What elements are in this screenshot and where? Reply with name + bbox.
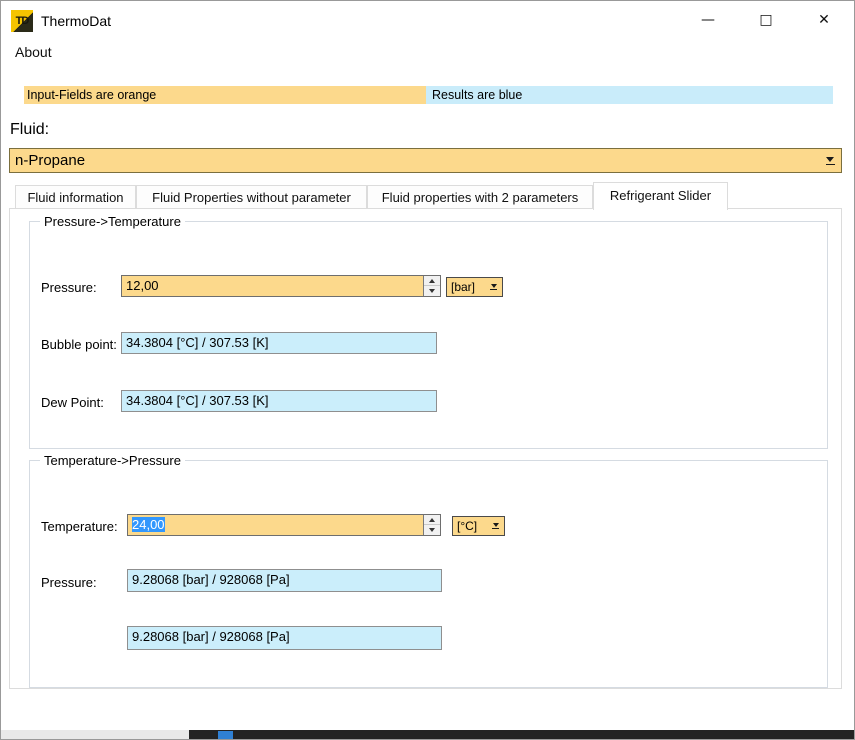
pressure-result: 9.28068 [bar] / 928068 [Pa]: [127, 569, 442, 592]
title-bar: TD ThermoDat — □ ✕: [1, 1, 854, 41]
menu-about[interactable]: About: [11, 41, 56, 65]
tab-fluid-information[interactable]: Fluid information: [15, 185, 136, 209]
maximize-button[interactable]: □: [743, 1, 789, 39]
group-pressure-to-temperature: Pressure->Temperature Pressure: 12,00 [b…: [29, 221, 828, 449]
thermodat-window: TD ThermoDat — □ ✕ About Input-Fields ar…: [0, 0, 855, 740]
minimize-button[interactable]: —: [685, 1, 731, 39]
unit-dropdown-arrow-icon[interactable]: [488, 518, 503, 534]
unit-dropdown-arrow-icon[interactable]: [486, 279, 501, 295]
menu-bar: About: [1, 41, 854, 65]
fluid-selected-value: n-Propane: [15, 152, 85, 169]
group-temperature-to-pressure: Temperature->Pressure Temperature: 24,00…: [29, 460, 828, 688]
pressure-unit-dropdown[interactable]: [bar]: [446, 277, 503, 297]
temperature-spinner[interactable]: [423, 515, 440, 535]
bubble-point-label: Bubble point:: [41, 337, 117, 352]
spinner-up-icon[interactable]: [424, 276, 440, 286]
legend-input-fields: Input-Fields are orange: [24, 86, 426, 104]
fluid-label: Fluid:: [10, 121, 49, 139]
app-icon: TD: [11, 10, 33, 32]
group-title: Temperature->Pressure: [40, 453, 185, 468]
group-title: Pressure->Temperature: [40, 214, 185, 229]
temperature-input[interactable]: 24,00: [127, 514, 441, 536]
tab-refrigerant-slider[interactable]: Refrigerant Slider: [593, 182, 728, 210]
spinner-up-icon[interactable]: [424, 515, 440, 525]
legend-results: Results are blue: [426, 86, 833, 104]
tab-fluid-properties-with-2-parameters[interactable]: Fluid properties with 2 parameters: [367, 185, 593, 209]
tab-strip: Fluid information Fluid Properties witho…: [9, 182, 842, 209]
taskbar-app-icon: [218, 731, 233, 740]
spinner-down-icon[interactable]: [424, 286, 440, 296]
dew-point-result: 34.3804 [°C] / 307.53 [K]: [121, 390, 437, 412]
spinner-down-icon[interactable]: [424, 525, 440, 535]
bubble-point-result: 34.3804 [°C] / 307.53 [K]: [121, 332, 437, 354]
refrigerant-slider-panel: Pressure->Temperature Pressure: 12,00 [b…: [9, 208, 842, 689]
taskbar-light-segment: [1, 730, 189, 740]
fluid-dropdown-arrow-icon[interactable]: [821, 151, 839, 170]
pressure-spinner[interactable]: [423, 276, 440, 296]
dew-point-label: Dew Point:: [41, 395, 104, 410]
close-button[interactable]: ✕: [801, 1, 847, 39]
temperature-label: Temperature:: [41, 519, 118, 534]
selected-text: 24,00: [132, 517, 165, 532]
window-title: ThermoDat: [41, 1, 111, 41]
temperature-unit-dropdown[interactable]: [°C]: [452, 516, 505, 536]
pressure-label: Pressure:: [41, 280, 97, 295]
pressure-result-alt: 9.28068 [bar] / 928068 [Pa]: [127, 626, 442, 650]
fluid-combobox[interactable]: n-Propane: [9, 148, 842, 173]
pressure-result-label: Pressure:: [41, 575, 97, 590]
taskbar-dark-segment: [189, 730, 855, 740]
pressure-input[interactable]: 12,00: [121, 275, 441, 297]
tab-fluid-properties-without-parameter[interactable]: Fluid Properties without parameter: [136, 185, 367, 209]
